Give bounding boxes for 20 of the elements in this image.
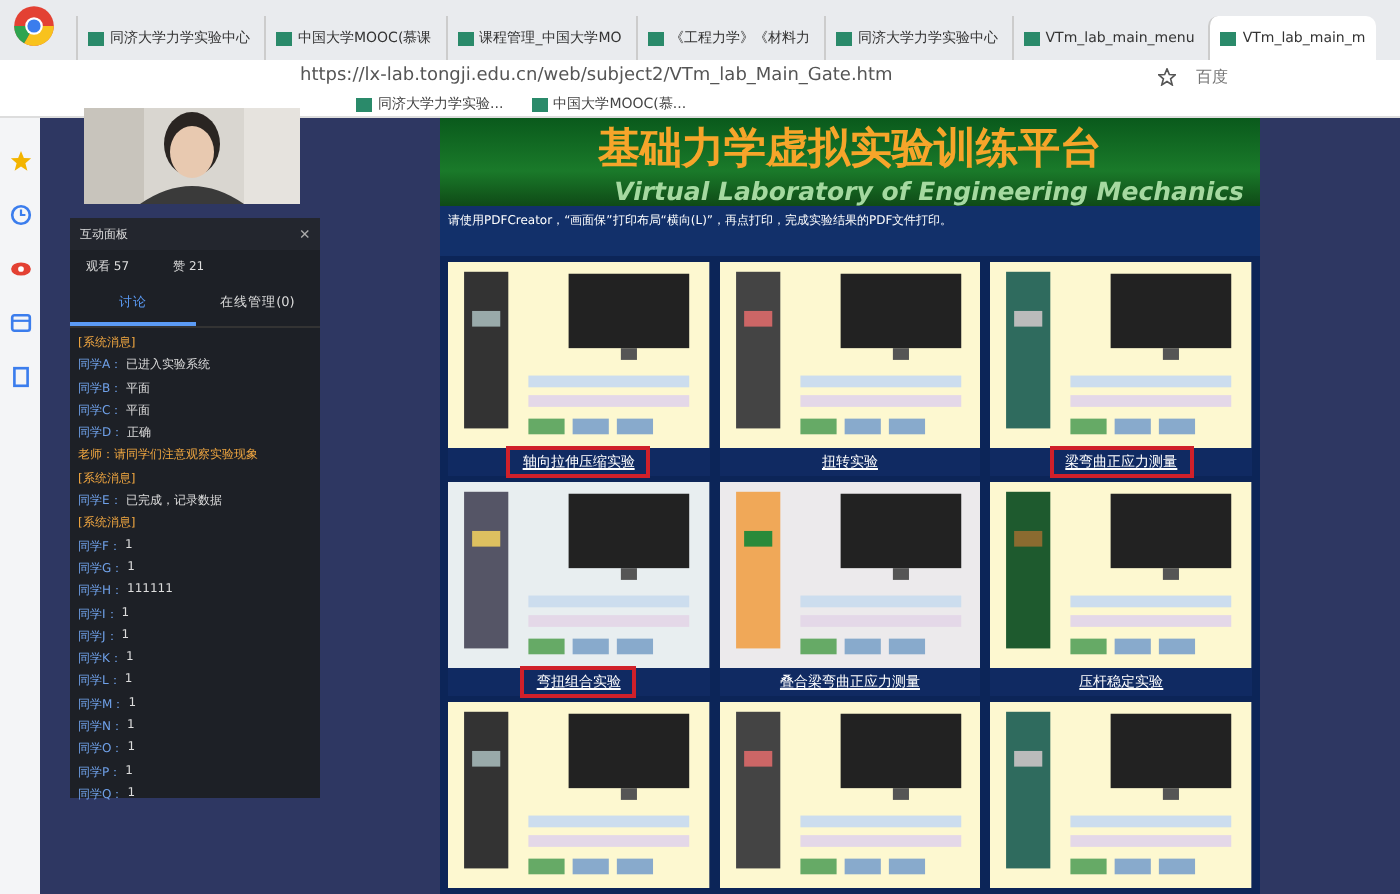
star-icon[interactable]: [9, 150, 31, 172]
history-icon[interactable]: [9, 204, 31, 226]
page-icon: [1220, 31, 1237, 45]
page-icon: [1023, 31, 1040, 45]
address-bar[interactable]: https://lx-lab.tongji.edu.cn/web/subject2/VTm_lab_Main_Gate.htm: [300, 66, 1146, 86]
panel-icon[interactable]: [9, 312, 31, 334]
page-icon: [88, 31, 104, 45]
star-icon[interactable]: [1158, 67, 1176, 85]
page-icon: [276, 31, 292, 45]
page-icon: [647, 31, 664, 45]
document-icon[interactable]: [9, 366, 31, 388]
page-icon: [356, 97, 372, 111]
page-icon: [531, 97, 548, 111]
eye-icon[interactable]: [9, 258, 31, 280]
site-subtitle: Virtual Laboratory of Engineering Mechanics: [614, 175, 1246, 206]
site-title: 基础力学虚拟实验训练平台: [598, 121, 1102, 176]
browser-logo-icon[interactable]: [12, 4, 56, 48]
close-button[interactable]: ×: [299, 224, 310, 244]
page-icon: [457, 31, 474, 45]
page-icon: [835, 31, 852, 45]
